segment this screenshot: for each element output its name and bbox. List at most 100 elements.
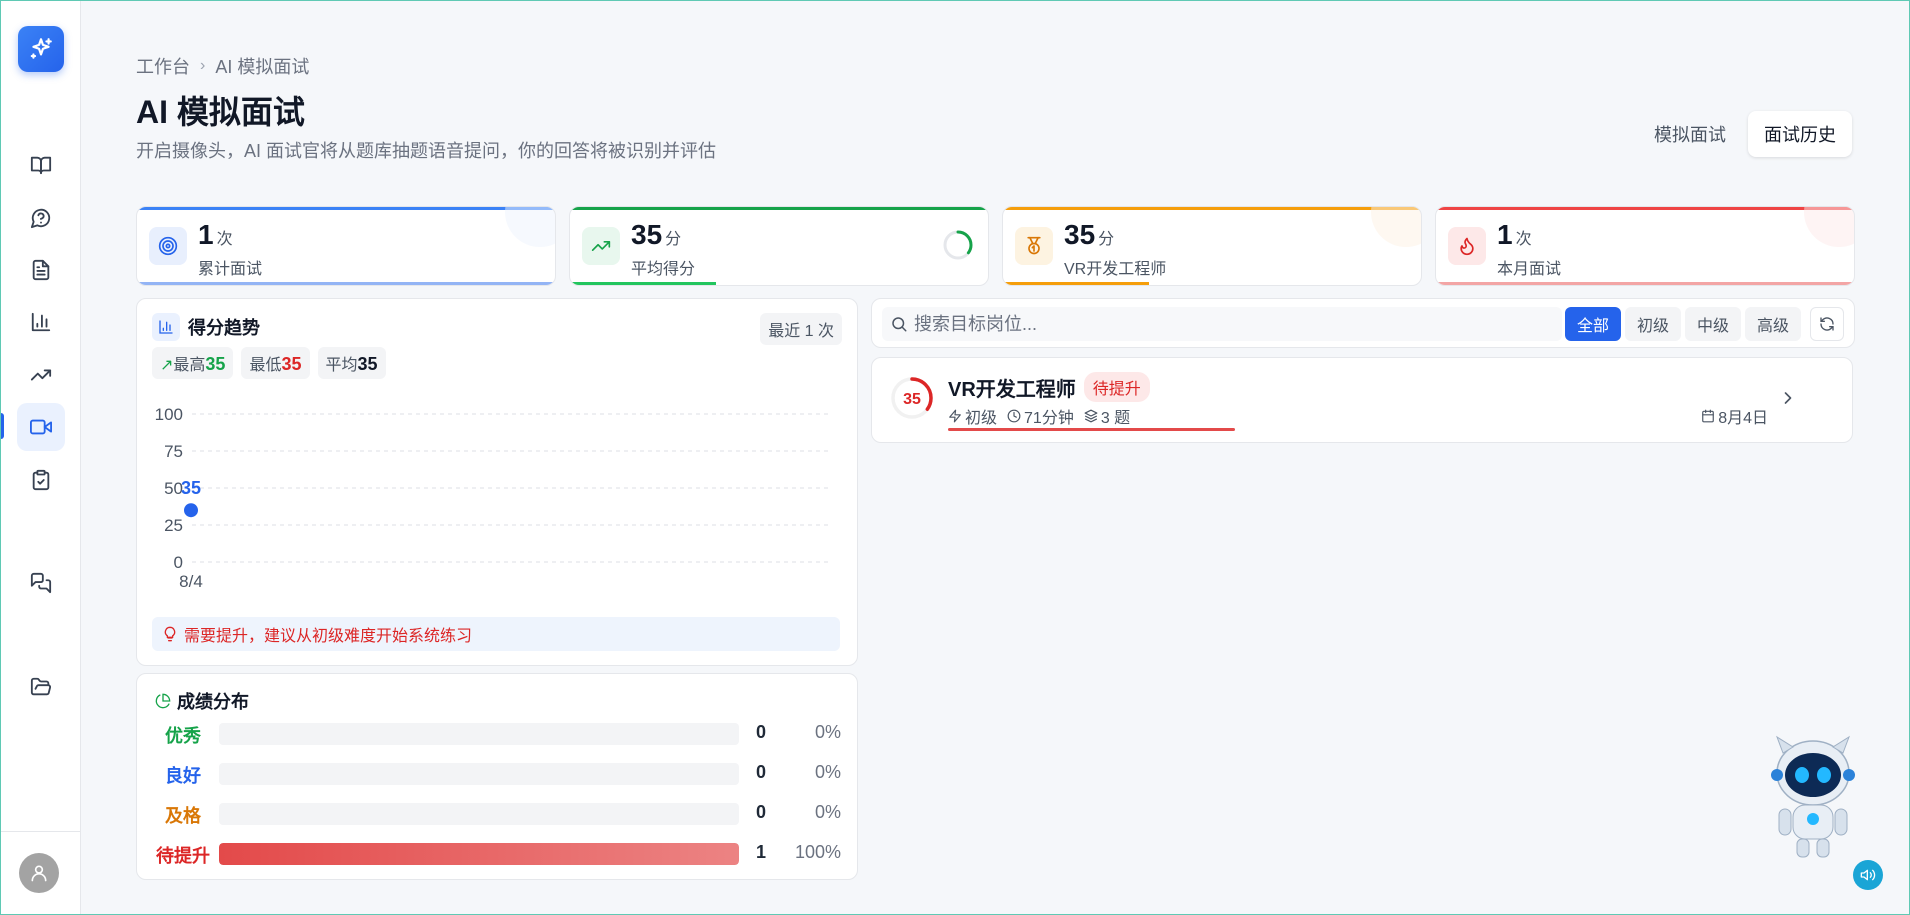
- breadcrumb: 工作台 › AI 模拟面试: [136, 53, 309, 79]
- record-meta: 初级 71分钟 3 题: [948, 404, 1130, 428]
- calendar-icon: [1702, 409, 1715, 423]
- search-input[interactable]: [914, 313, 1514, 335]
- improvement-tip: 需要提升，建议从初级难度开始系统练习: [152, 617, 840, 651]
- logo[interactable]: [18, 26, 64, 72]
- stat-card-average: 35 分 平均得分: [569, 206, 989, 286]
- user-avatar[interactable]: [19, 853, 59, 893]
- bar-chart-icon: [159, 320, 173, 334]
- distribution-percent: 0%: [814, 802, 841, 822]
- stat-number: 1: [198, 219, 214, 250]
- nav-question-bank[interactable]: [17, 141, 65, 189]
- stat-accent-bar: [1436, 207, 1854, 210]
- record-title: VR开发工程师: [948, 378, 1076, 401]
- refresh-button[interactable]: [1810, 307, 1844, 341]
- stat-accent-bar: [137, 207, 555, 210]
- distribution-title: 成绩分布: [177, 692, 249, 712]
- stat-value: 35 分: [1064, 219, 1114, 251]
- chevron-right-icon: ›: [200, 57, 206, 74]
- score-trend-panel: 得分趋势 最近 1 次 ↗最高35 最低35 平均35 100 75 50 25 0 8/…: [136, 298, 858, 666]
- view-tabs: 模拟面试 面试历史: [1638, 111, 1852, 157]
- avg-chip: 平均35: [317, 347, 386, 379]
- stat-progress-bar: [1003, 282, 1150, 285]
- tab-interview-history[interactable]: 面试历史: [1748, 111, 1852, 157]
- sound-toggle-button[interactable]: [1853, 860, 1883, 890]
- distribution-header: 成绩分布: [155, 688, 249, 714]
- history-record-card[interactable]: 35 VR开发工程师 待提升 初级 71分钟 3 题 8月4日: [871, 357, 1853, 443]
- record-date: 8月4日: [1701, 404, 1768, 428]
- nav-statistics[interactable]: [17, 298, 65, 346]
- score-ring-value: 35: [903, 391, 921, 408]
- record-score-bar: [948, 428, 1235, 431]
- distribution-label: 优秀: [165, 726, 201, 746]
- min-value: 35: [281, 354, 302, 374]
- trend-title: 得分趋势: [188, 318, 260, 338]
- bar-chart-icon: [31, 312, 51, 332]
- distribution-count: 0: [755, 762, 766, 782]
- filter-junior[interactable]: 初级: [1625, 307, 1682, 341]
- stat-icon-wrap: [149, 227, 187, 265]
- distribution-track: [219, 763, 739, 785]
- chevron-right-icon[interactable]: [1778, 388, 1798, 408]
- stat-unit: 分: [665, 231, 682, 248]
- stat-label: 本月面试: [1497, 261, 1562, 278]
- x-tick-label: 8/4: [179, 572, 203, 591]
- search-box: [882, 307, 1562, 341]
- meta-duration-text: 71分钟: [1024, 410, 1074, 427]
- stat-number: 35: [631, 219, 663, 250]
- chart-icon-wrap: [152, 313, 180, 341]
- stat-card-best-role: 35 分 VR开发工程师: [1002, 206, 1422, 286]
- layers-icon: [1084, 409, 1098, 423]
- tab-mock-interview[interactable]: 模拟面试: [1638, 111, 1742, 157]
- stat-value: 1次: [198, 219, 233, 251]
- trend-range-badge: 最近 1 次: [760, 313, 842, 345]
- decor-circle: [1371, 207, 1421, 247]
- nav-active-indicator: [1, 413, 4, 439]
- nav-documents[interactable]: [17, 246, 65, 294]
- status-badge: 待提升: [1083, 372, 1150, 402]
- nav-chat[interactable]: [17, 559, 65, 607]
- stat-value: 35 分: [631, 219, 681, 251]
- meta-level-text: 初级: [965, 410, 998, 427]
- max-label: 最高: [173, 357, 206, 374]
- nav-qa[interactable]: [17, 194, 65, 242]
- distribution-count: 0: [755, 802, 766, 822]
- breadcrumb-root[interactable]: 工作台: [136, 53, 190, 79]
- avg-value: 35: [357, 354, 378, 374]
- clock-icon: [1007, 409, 1021, 423]
- robot-assistant-avatar[interactable]: [1763, 733, 1863, 863]
- page-title: AI 模拟面试: [136, 94, 305, 130]
- stat-number: 1: [1497, 219, 1513, 250]
- messages-icon: [30, 572, 52, 594]
- nav-trends[interactable]: [17, 351, 65, 399]
- y-tick-label: 0: [174, 553, 183, 572]
- trending-up-icon: [591, 241, 611, 251]
- meta-questions: 3 题: [1084, 404, 1130, 428]
- stat-bottom-bar: [137, 282, 555, 285]
- distribution-label: 待提升: [156, 846, 210, 866]
- distribution-track: [219, 803, 739, 825]
- sidebar-divider: [1, 831, 80, 832]
- book-open-icon: [30, 156, 52, 175]
- meta-questions-text: 3 题: [1100, 410, 1131, 427]
- stat-accent-bar: [570, 207, 988, 210]
- avg-label: 平均: [325, 357, 358, 374]
- filter-senior[interactable]: 高级: [1745, 307, 1802, 341]
- trending-up-icon: ↗: [160, 357, 174, 374]
- data-point[interactable]: [184, 503, 198, 518]
- record-date-text: 8月4日: [1718, 410, 1768, 427]
- page-subtitle: 开启摄像头，AI 面试官将从题库抽题语音提问，你的回答将被识别并评估: [136, 141, 717, 161]
- filter-intermediate[interactable]: 中级: [1685, 307, 1742, 341]
- filter-all[interactable]: 全部: [1565, 307, 1622, 341]
- stat-unit: 次: [216, 231, 233, 248]
- distribution-percent: 0%: [814, 762, 841, 782]
- distribution-percent: 0%: [814, 722, 841, 742]
- stat-accent-bar: [1003, 207, 1421, 210]
- nav-files[interactable]: [17, 663, 65, 711]
- stat-number: 35: [1064, 219, 1096, 250]
- distribution-label: 良好: [165, 766, 201, 786]
- nav-mock-interview[interactable]: [17, 403, 65, 451]
- trending-up-icon: [30, 369, 52, 381]
- distribution-row: 优秀 0 0%: [137, 721, 857, 747]
- zap-icon: [949, 409, 961, 423]
- nav-tasks[interactable]: [17, 456, 65, 504]
